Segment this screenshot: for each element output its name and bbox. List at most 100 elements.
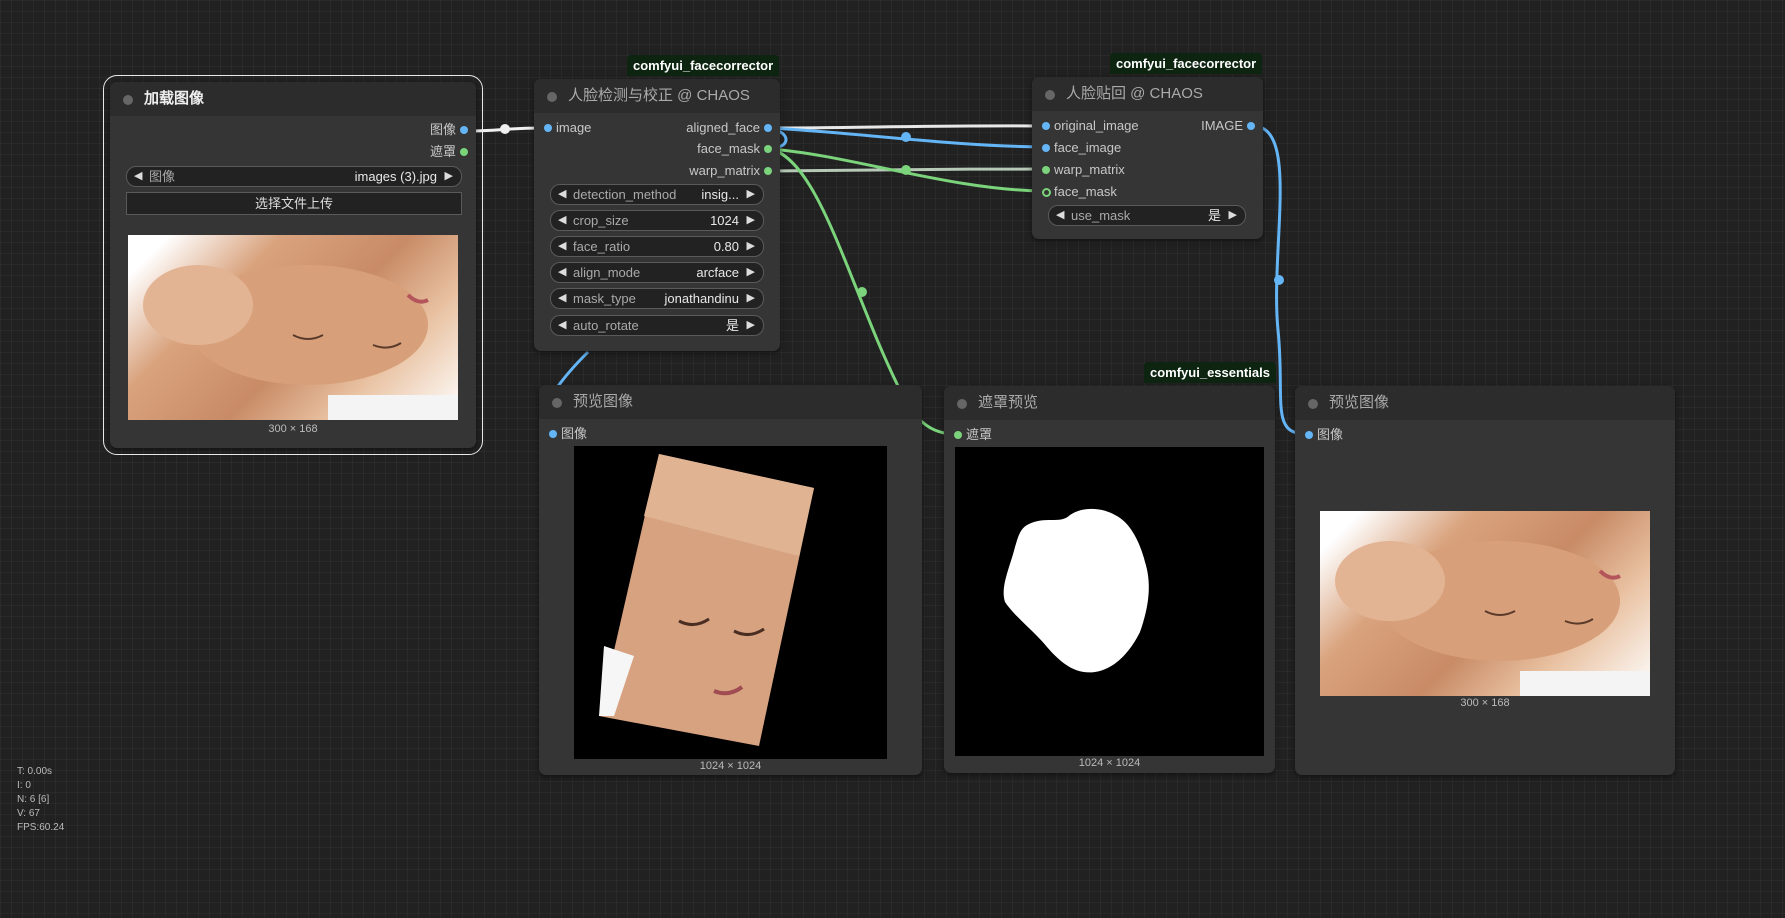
aligned-face-preview (574, 446, 887, 759)
input-mask-slot[interactable]: 遮罩 (954, 426, 992, 444)
input-pin-icon[interactable] (1042, 166, 1050, 174)
face-paste-node[interactable]: 人脸贴回 @ CHAOS original_image face_image w… (1032, 77, 1263, 239)
widget-label: align_mode (573, 265, 641, 280)
align-mode-combo[interactable]: ◀ align_mode arcface ▶ (550, 262, 764, 283)
output-pin-icon[interactable] (764, 167, 772, 175)
arrow-left-icon[interactable]: ◀ (558, 237, 566, 256)
output-warp-matrix-slot[interactable]: warp_matrix (689, 162, 772, 180)
upload-button[interactable]: 选择文件上传 (126, 192, 462, 215)
slot-label: 图像 (1317, 427, 1344, 442)
collapse-dot-icon[interactable] (1045, 90, 1055, 100)
node-header[interactable]: 预览图像 (539, 385, 922, 419)
slot-label: aligned_face (686, 120, 760, 135)
widget-label: auto_rotate (573, 318, 639, 333)
input-image-slot[interactable]: image (544, 119, 591, 137)
widget-label: detection_method (573, 187, 677, 202)
image-dimensions: 300 × 168 (268, 423, 318, 435)
arrow-left-icon[interactable]: ◀ (134, 167, 142, 186)
widget-value: 是 (1207, 208, 1221, 223)
input-pin-icon[interactable] (1042, 144, 1050, 152)
input-image-slot[interactable]: 图像 (1305, 426, 1344, 444)
input-pin-icon[interactable] (1305, 431, 1313, 439)
output-pin-icon[interactable] (764, 124, 772, 132)
node-header[interactable]: 加载图像 (110, 82, 476, 116)
preview-image-node-aligned[interactable]: 预览图像 图像 1024 × 1024 (539, 385, 922, 775)
arrow-left-icon[interactable]: ◀ (1056, 206, 1064, 225)
arrow-right-icon[interactable]: ▶ (747, 263, 755, 282)
arrow-right-icon[interactable]: ▶ (445, 167, 453, 186)
stat-time: T: 0.00s (17, 766, 53, 777)
input-face-image-slot[interactable]: face_image (1042, 139, 1121, 157)
input-pin-icon[interactable] (1042, 122, 1050, 130)
output-pin-icon[interactable] (460, 126, 468, 134)
mask-type-combo[interactable]: ◀ mask_type jonathandinu ▶ (550, 288, 764, 309)
widget-label: face_ratio (573, 239, 631, 254)
link-midpoint (1274, 275, 1284, 285)
slot-label: 图像 (561, 426, 588, 441)
face-ratio-number[interactable]: ◀ face_ratio 0.80 ▶ (550, 236, 764, 257)
widget-value: 是 (725, 318, 739, 333)
widget-value: 1024 (710, 213, 739, 228)
widget-label: mask_type (573, 291, 636, 306)
arrow-left-icon[interactable]: ◀ (558, 316, 566, 335)
output-mask-slot[interactable]: 遮罩 (430, 143, 468, 161)
preview-image-node-result[interactable]: 预览图像 图像 300 × 168 (1295, 386, 1675, 775)
output-image-slot[interactable]: 图像 (430, 121, 468, 139)
output-image-slot[interactable]: IMAGE (1201, 117, 1255, 135)
result-face-photo (1335, 541, 1650, 696)
arrow-left-icon[interactable]: ◀ (558, 263, 566, 282)
output-pin-icon[interactable] (764, 145, 772, 153)
input-pin-icon[interactable] (1042, 188, 1051, 197)
arrow-left-icon[interactable]: ◀ (558, 185, 566, 204)
arrow-right-icon[interactable]: ▶ (747, 185, 755, 204)
collapse-dot-icon[interactable] (957, 399, 967, 409)
node-header[interactable]: 预览图像 (1295, 386, 1675, 420)
arrow-right-icon[interactable]: ▶ (747, 211, 755, 230)
output-face-mask-slot[interactable]: face_mask (697, 140, 772, 158)
node-header[interactable]: 人脸贴回 @ CHAOS (1032, 77, 1263, 111)
detection-method-combo[interactable]: ◀ detection_method insig... ▶ (550, 184, 764, 205)
arrow-left-icon[interactable]: ◀ (558, 289, 566, 308)
input-pin-icon[interactable] (954, 431, 962, 439)
arrow-right-icon[interactable]: ▶ (747, 289, 755, 308)
node-header[interactable]: 遮罩预览 (944, 386, 1275, 420)
node-title: 预览图像 (1329, 394, 1390, 411)
image-file-combo[interactable]: ◀ 图像 images (3).jpg ▶ (126, 166, 462, 187)
collapse-dot-icon[interactable] (1308, 399, 1318, 409)
input-warp-matrix-slot[interactable]: warp_matrix (1042, 161, 1125, 179)
node-header[interactable]: 人脸检测与校正 @ CHAOS (534, 79, 780, 113)
arrow-right-icon[interactable]: ▶ (747, 316, 755, 335)
canvas-stats: T: 0.00s I: 0 N: 6 [6] V: 67 FPS:60.24 (17, 765, 64, 835)
auto-rotate-toggle[interactable]: ◀ auto_rotate 是 ▶ (550, 315, 764, 336)
output-pin-icon[interactable] (1247, 122, 1255, 130)
widget-value: images (3).jpg (354, 169, 437, 184)
widget-value: insig... (701, 187, 739, 202)
collapse-dot-icon[interactable] (547, 92, 557, 102)
output-pin-icon[interactable] (460, 148, 468, 156)
collapse-dot-icon[interactable] (123, 95, 133, 105)
input-face-mask-slot[interactable]: face_mask (1042, 183, 1117, 201)
input-original-image-slot[interactable]: original_image (1042, 117, 1139, 135)
mask-preview-node[interactable]: 遮罩预览 遮罩 1024 × 1024 (944, 386, 1275, 773)
link-detect-to-original (769, 124, 1044, 130)
input-image-slot[interactable]: 图像 (549, 425, 588, 443)
widget-label: use_mask (1071, 208, 1131, 223)
input-pin-icon[interactable] (544, 124, 552, 132)
slot-label: face_mask (1054, 184, 1117, 199)
face-detect-node[interactable]: 人脸检测与校正 @ CHAOS image aligned_face face_… (534, 79, 780, 351)
arrow-left-icon[interactable]: ◀ (558, 211, 566, 230)
input-pin-icon[interactable] (549, 430, 557, 438)
collapse-dot-icon[interactable] (552, 398, 562, 408)
link-midpoint (901, 132, 911, 142)
crop-size-number[interactable]: ◀ crop_size 1024 ▶ (550, 210, 764, 231)
arrow-right-icon[interactable]: ▶ (1229, 206, 1237, 225)
use-mask-toggle[interactable]: ◀ use_mask 是 ▶ (1048, 205, 1246, 226)
load-image-node[interactable]: 加载图像 图像 遮罩 ◀ 图像 images (3).jpg ▶ 选择文件上传 … (103, 75, 483, 455)
arrow-right-icon[interactable]: ▶ (747, 237, 755, 256)
output-aligned-face-slot[interactable]: aligned_face (686, 119, 772, 137)
stat-nodes: N: 6 [6] (17, 794, 50, 805)
slot-label: IMAGE (1201, 118, 1243, 133)
widget-label: crop_size (573, 213, 629, 228)
node-title: 预览图像 (573, 393, 634, 410)
image-dimensions: 300 × 168 (1460, 697, 1510, 709)
